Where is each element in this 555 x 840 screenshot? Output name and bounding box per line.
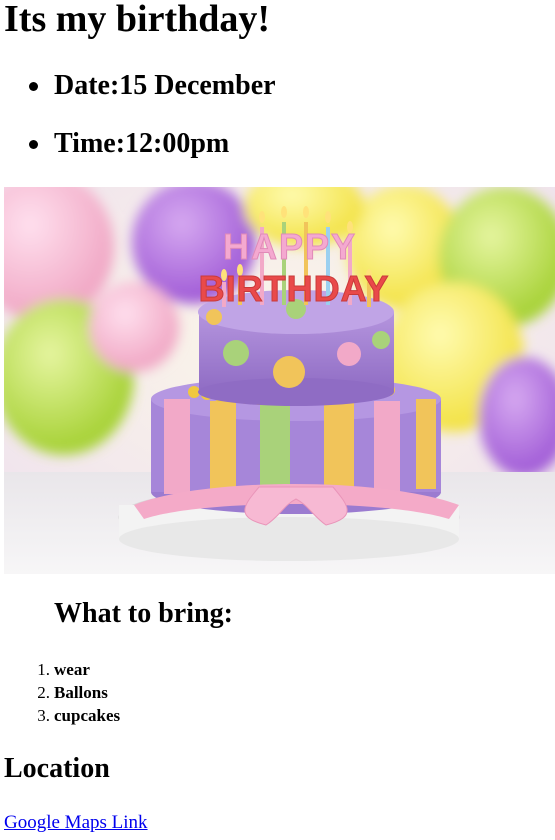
list-number: 1. [37, 660, 50, 679]
birthday-cake-image: HAPPY BIRTHDAY [4, 187, 555, 574]
list-number: 2. [37, 683, 50, 702]
location-heading: Location [4, 753, 110, 784]
time-value: 12:00pm [125, 128, 230, 159]
list-item: 1. wear [0, 658, 120, 681]
google-maps-link[interactable]: Google Maps Link [4, 811, 148, 835]
what-to-bring-heading: What to bring: [54, 598, 233, 629]
list-item-text: Ballons [54, 683, 108, 702]
date-item: Date:15 December [0, 66, 276, 106]
list-item-text: wear [54, 660, 90, 679]
date-label: Date: [54, 70, 120, 101]
cake-illustration: HAPPY BIRTHDAY [4, 187, 555, 574]
page-title: Its my birthday! [4, 0, 271, 40]
list-item: 3. cupcakes [0, 704, 120, 727]
birthday-topper: BIRTHDAY [199, 268, 390, 309]
list-item-text: cupcakes [54, 706, 121, 725]
time-label: Time: [54, 128, 126, 159]
happy-topper: HAPPY [223, 226, 357, 267]
time-item: Time:12:00pm [0, 124, 276, 164]
list-item: 2. Ballons [0, 681, 120, 704]
what-to-bring-list: 1. wear 2. Ballons 3. cupcakes [0, 658, 120, 727]
event-details-list: Date:15 December Time:12:00pm [0, 66, 276, 182]
date-value: 15 December [119, 70, 276, 101]
list-number: 3. [37, 706, 50, 725]
